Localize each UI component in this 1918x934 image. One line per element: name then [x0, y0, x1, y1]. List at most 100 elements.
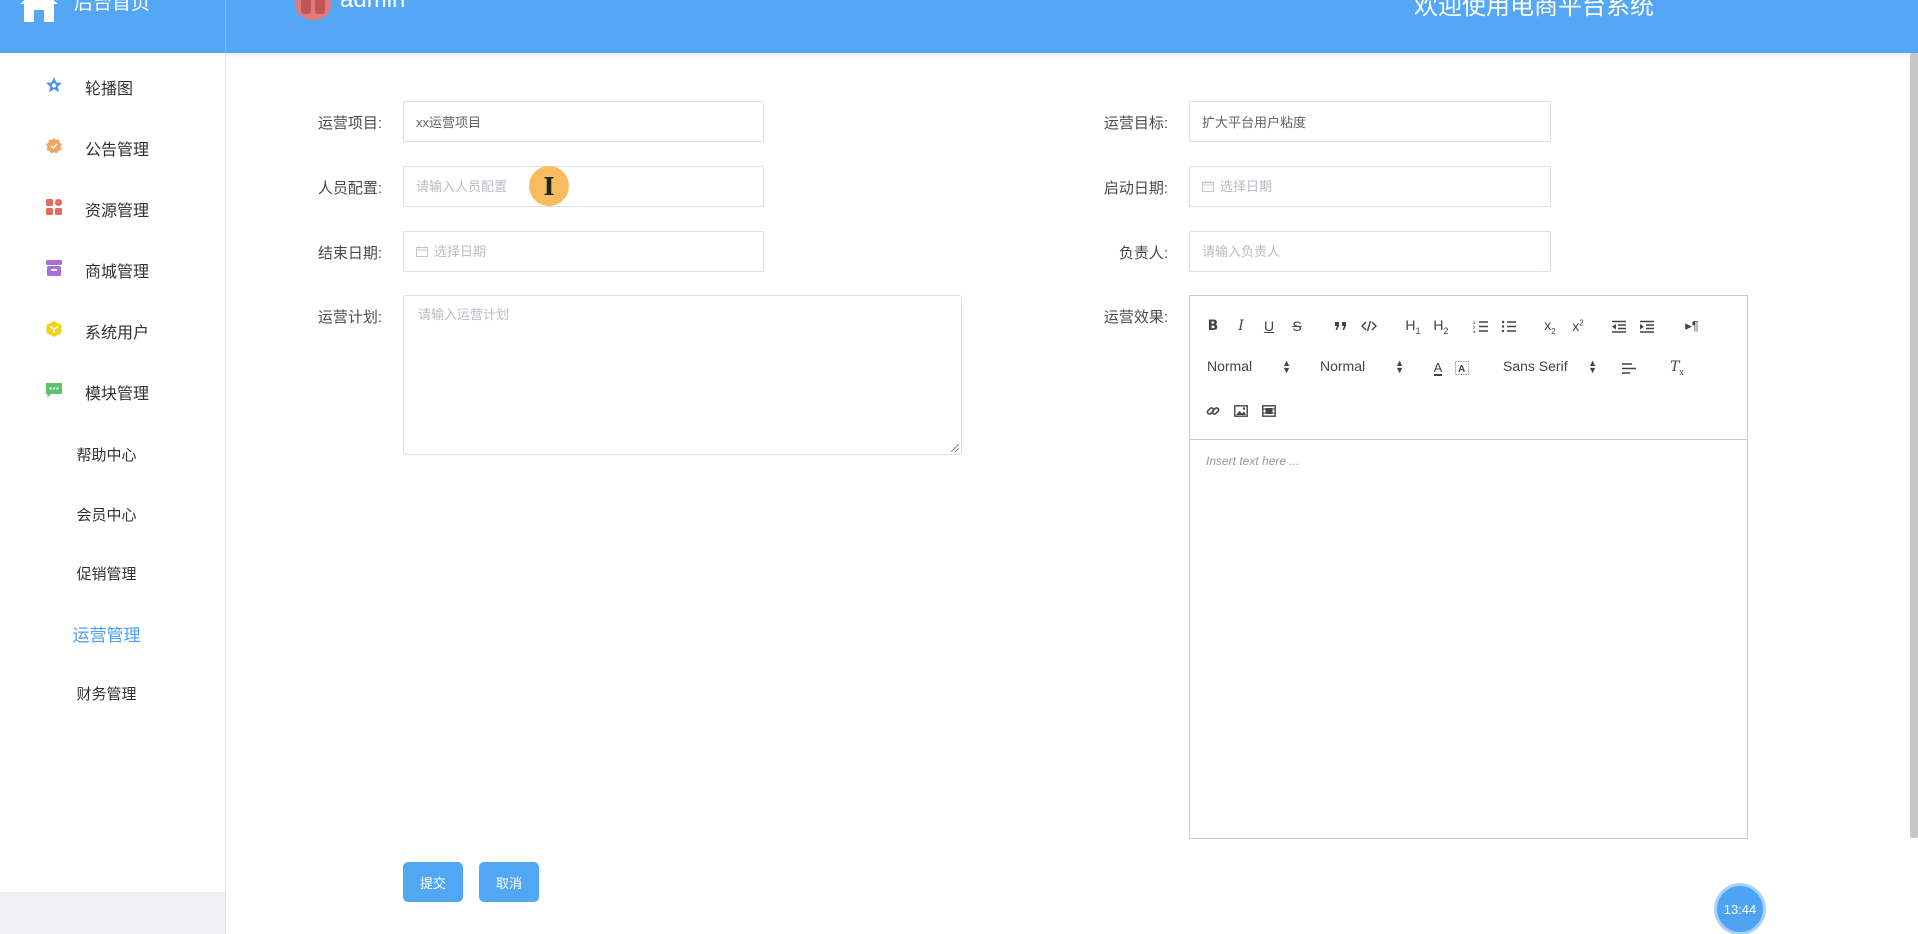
strike-icon: S: [1292, 318, 1302, 334]
owner-label: 负责人:: [1118, 245, 1168, 262]
sidebar-item-module[interactable]: 模块管理: [0, 370, 225, 410]
star-icon: [46, 77, 62, 93]
sidebar-item-resource[interactable]: 资源管理: [0, 187, 225, 227]
code-icon: [1361, 320, 1377, 332]
staff-input[interactable]: [404, 167, 763, 206]
avatar[interactable]: [295, 0, 331, 20]
sidebar-subitem-label: 帮助中心: [76, 447, 137, 464]
sidebar-subitem-finance[interactable]: 财务管理: [0, 672, 225, 712]
updown-caret-icon: ▲ ▼: [1282, 358, 1291, 375]
indent-icon: [1640, 320, 1654, 333]
cancel-button[interactable]: 取消: [479, 862, 539, 902]
text-color-button[interactable]: A: [1430, 358, 1446, 378]
bullet-list-icon: [1501, 320, 1516, 332]
h1-icon: H1: [1405, 316, 1421, 336]
code-block-button[interactable]: [1360, 316, 1378, 336]
message-icon: [46, 383, 62, 398]
grid-icon: [46, 199, 62, 215]
svg-text:A: A: [1458, 364, 1465, 375]
video-icon: [1262, 405, 1276, 417]
sidebar-item-mall[interactable]: 商城管理: [0, 248, 225, 288]
sidebar-subitem-help[interactable]: 帮助中心: [0, 433, 225, 473]
header-select[interactable]: Normal ▲ ▼: [1207, 358, 1291, 378]
owner-input[interactable]: [1190, 232, 1550, 271]
sidebar-subitem-label: 会员中心: [76, 507, 137, 524]
plan-label: 运营计划:: [317, 309, 382, 326]
text-direction-button[interactable]: ▸¶: [1682, 316, 1702, 336]
header-home-area[interactable]: 后台首页: [0, 0, 226, 53]
staff-input-wrapper: [403, 166, 764, 207]
plan-textarea-wrapper: [403, 295, 962, 455]
editor-content-area[interactable]: Insert text here ...: [1190, 440, 1747, 838]
sidebar-footer: [0, 892, 225, 934]
start-date-wrapper: [1189, 166, 1551, 207]
sidebar: 轮播图 公告管理 资源管理 商城管理 系统用户 模块管理 帮助中心 会员中心 促…: [0, 53, 226, 934]
underline-button[interactable]: U: [1260, 316, 1278, 336]
calendar-icon: [1202, 181, 1214, 192]
sidebar-item-label: 公告管理: [85, 142, 150, 159]
outdent-icon: [1612, 320, 1626, 333]
goal-input[interactable]: [1190, 102, 1550, 141]
indent-button[interactable]: [1638, 316, 1656, 336]
sidebar-subitem-operation[interactable]: 运营管理: [0, 611, 225, 651]
link-button[interactable]: [1204, 401, 1222, 421]
sidebar-item-label: 商城管理: [85, 264, 150, 281]
outdent-button[interactable]: [1610, 316, 1628, 336]
h2-icon: H2: [1433, 316, 1449, 336]
svg-text:3: 3: [1473, 329, 1476, 333]
resize-handle-icon[interactable]: [950, 443, 959, 452]
ordered-list-icon: 123: [1473, 320, 1488, 333]
strike-button[interactable]: S: [1288, 316, 1306, 336]
header-shadow: [226, 53, 1918, 59]
header-2-button[interactable]: H2: [1430, 316, 1452, 336]
sidebar-item-label: 资源管理: [85, 203, 150, 220]
sidebar-subitem-promotion[interactable]: 促销管理: [0, 552, 225, 592]
sidebar-subitem-member[interactable]: 会员中心: [0, 493, 225, 533]
archive-icon: [46, 260, 62, 276]
submit-button[interactable]: 提交: [403, 862, 463, 902]
sidebar-item-system-user[interactable]: 系统用户: [0, 309, 225, 349]
italic-button[interactable]: I: [1232, 316, 1250, 336]
rich-text-editor: B I U S H1 H2 123 x2 x2 ▸¶ Normal ▲ ▼ No…: [1189, 295, 1748, 839]
bold-icon: B: [1207, 318, 1219, 334]
size-select[interactable]: Normal ▲ ▼: [1320, 358, 1404, 378]
end-date-wrapper: [403, 231, 764, 272]
plan-textarea[interactable]: [404, 296, 961, 454]
background-color-button[interactable]: A: [1454, 358, 1470, 378]
font-select[interactable]: Sans Serif ▲ ▼: [1503, 358, 1597, 378]
end-date-label: 结束日期:: [317, 245, 382, 262]
end-date-input[interactable]: [404, 232, 763, 271]
goal-input-wrapper: [1189, 101, 1551, 142]
clear-format-button[interactable]: Tx: [1668, 358, 1686, 378]
clear-format-icon: Tx: [1670, 359, 1684, 377]
subscript-button[interactable]: x2: [1540, 316, 1560, 336]
sidebar-subitem-label: 财务管理: [76, 686, 137, 703]
video-button[interactable]: [1260, 401, 1278, 421]
header-1-button[interactable]: H1: [1402, 316, 1424, 336]
home-link[interactable]: 后台首页: [74, 0, 150, 15]
superscript-button[interactable]: x2: [1568, 316, 1588, 336]
image-button[interactable]: [1232, 401, 1250, 421]
underline-icon: U: [1263, 318, 1275, 334]
sidebar-item-carousel[interactable]: 轮播图: [0, 65, 225, 105]
project-label: 运营项目:: [317, 115, 382, 132]
sidebar-item-notice[interactable]: 公告管理: [0, 126, 225, 166]
bold-button[interactable]: B: [1204, 316, 1222, 336]
bullet-list-button[interactable]: [1500, 316, 1518, 336]
clock-badge[interactable]: 13:44: [1717, 886, 1763, 932]
blockquote-button[interactable]: [1332, 316, 1350, 336]
background-color-icon: A: [1455, 361, 1469, 375]
sidebar-subitem-label: 促销管理: [76, 566, 137, 583]
subscript-icon: x2: [1544, 316, 1556, 336]
start-date-input[interactable]: [1190, 167, 1550, 206]
page-scrollbar[interactable]: [1910, 53, 1918, 838]
welcome-title: 欢迎使用电商平台系统: [1414, 0, 1654, 20]
goal-label: 运营目标:: [1103, 115, 1168, 132]
align-button[interactable]: [1620, 358, 1638, 378]
project-input[interactable]: [404, 102, 763, 141]
cube-icon: [46, 321, 62, 337]
header-select-value: Normal: [1207, 358, 1253, 374]
ordered-list-button[interactable]: 123: [1472, 316, 1490, 336]
username[interactable]: admin: [340, 0, 405, 14]
text-cursor-icon: I: [529, 166, 569, 206]
